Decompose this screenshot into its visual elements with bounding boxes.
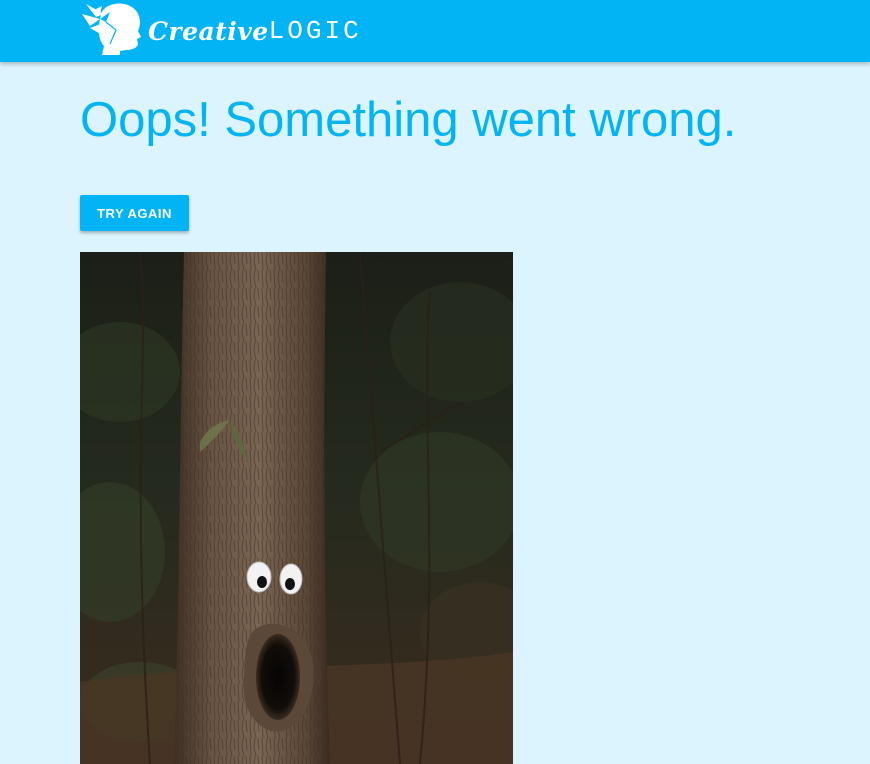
brand-logo[interactable]: Creative LOGIC: [80, 0, 362, 56]
brand-name-creative: Creative: [148, 16, 269, 46]
tree-trunk-with-googly-eyes-image: [80, 252, 513, 764]
origami-head-icon: [82, 3, 141, 55]
error-title: Oops! Something went wrong.: [80, 93, 737, 147]
brand-name-logic: LOGIC: [268, 16, 362, 46]
top-app-bar: Creative LOGIC: [0, 0, 870, 62]
try-again-button[interactable]: TRY AGAIN: [80, 195, 189, 231]
